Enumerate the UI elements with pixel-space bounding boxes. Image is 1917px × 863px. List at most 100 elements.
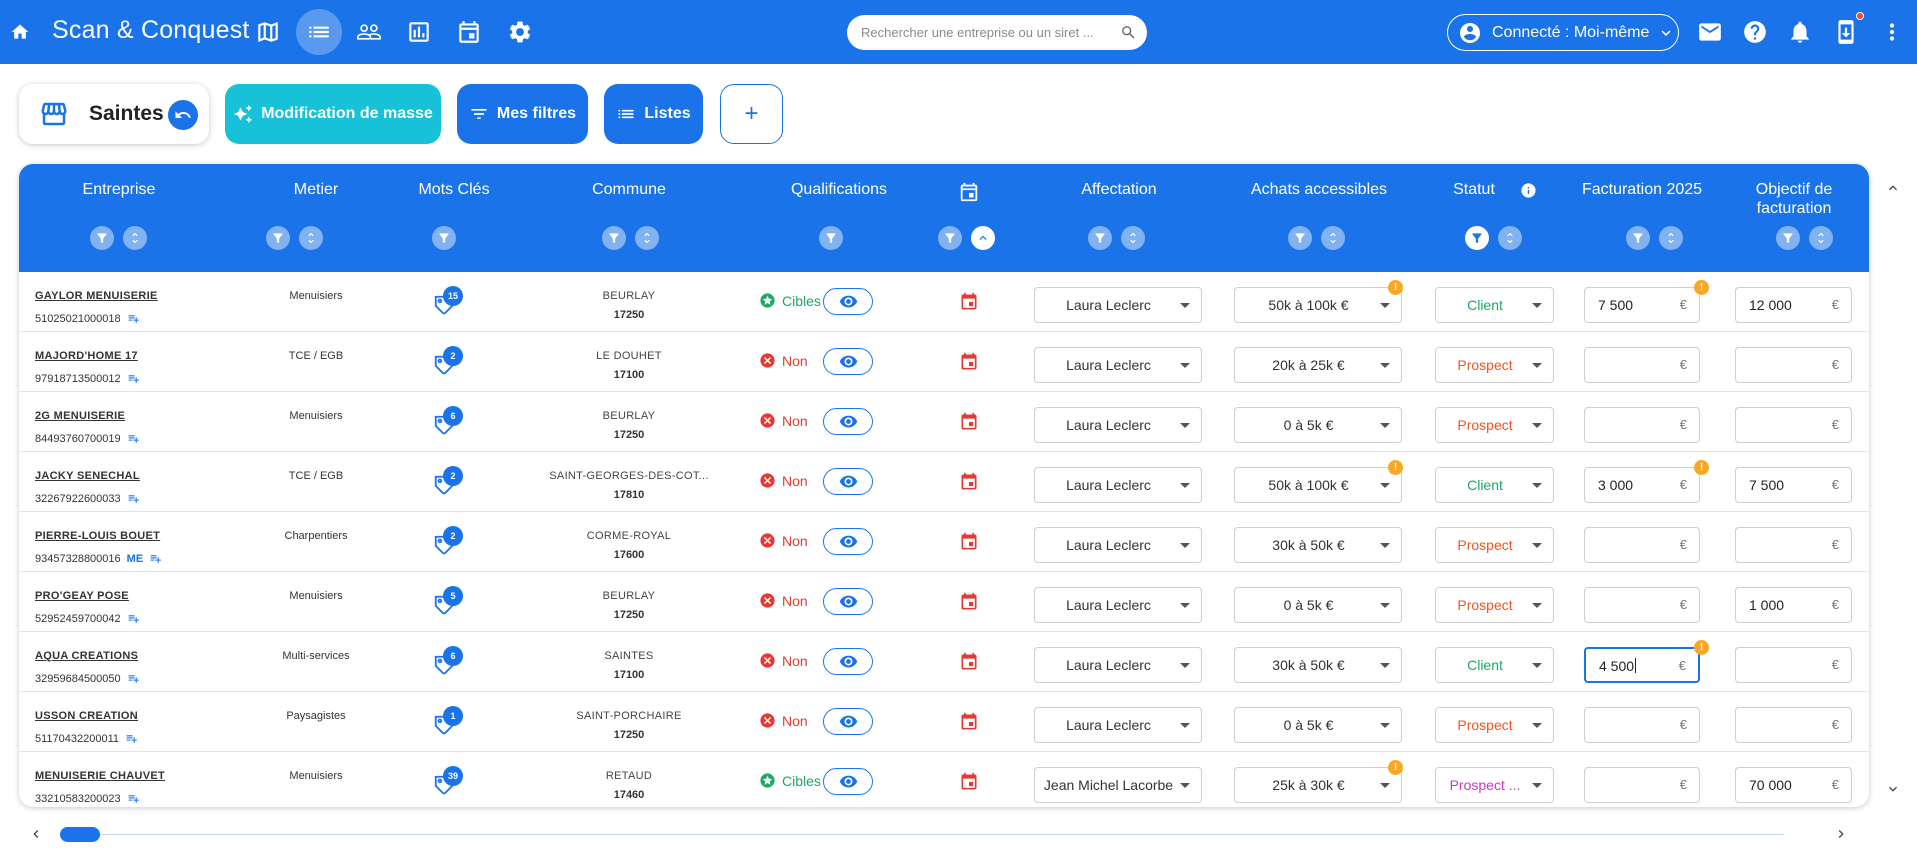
- achats-select[interactable]: 25k à 30k €: [1234, 767, 1402, 803]
- view-qualifications-button[interactable]: [823, 528, 873, 555]
- col-header-mots-cles[interactable]: Mots Clés: [389, 180, 519, 199]
- keywords-button[interactable]: 1: [433, 706, 467, 740]
- user-account-menu[interactable]: Connecté : Moi-même: [1447, 14, 1679, 51]
- horizontal-scroll-track[interactable]: [60, 834, 1784, 835]
- help-icon[interactable]: [1735, 12, 1775, 52]
- add-to-list-icon[interactable]: [127, 492, 140, 505]
- add-to-list-icon[interactable]: [127, 432, 140, 445]
- filter-statut-button-active[interactable]: [1465, 226, 1489, 250]
- keywords-button[interactable]: 39: [433, 766, 467, 800]
- add-to-list-icon[interactable]: [127, 672, 140, 685]
- view-qualifications-button[interactable]: [823, 648, 873, 675]
- search-input[interactable]: [861, 15, 1111, 50]
- achats-select[interactable]: 30k à 50k €: [1234, 647, 1402, 683]
- company-name-link[interactable]: JACKY SENECHAL: [35, 470, 140, 482]
- view-qualifications-button[interactable]: [823, 768, 873, 795]
- affectation-select[interactable]: Laura Leclerc: [1034, 407, 1202, 443]
- view-qualifications-button[interactable]: [823, 588, 873, 615]
- company-name-link[interactable]: PRO'GEAY POSE: [35, 590, 129, 602]
- sort-affectation-button[interactable]: [1121, 226, 1145, 250]
- people-icon[interactable]: [349, 12, 389, 52]
- filter-achats-button[interactable]: [1288, 226, 1312, 250]
- search-icon[interactable]: [1120, 24, 1137, 41]
- event-calendar-icon[interactable]: [959, 712, 979, 732]
- objectif-input[interactable]: €: [1735, 347, 1852, 383]
- filter-facturation-button[interactable]: [1626, 226, 1650, 250]
- keywords-button[interactable]: 2: [433, 466, 467, 500]
- keywords-button[interactable]: 2: [433, 346, 467, 380]
- achats-select[interactable]: 50k à 100k €: [1234, 467, 1402, 503]
- home-icon[interactable]: [0, 12, 40, 52]
- facturation-warning-icon[interactable]: !: [1694, 280, 1709, 295]
- facturation-input[interactable]: €: [1584, 707, 1700, 743]
- map-icon[interactable]: [248, 12, 288, 52]
- add-to-list-icon[interactable]: [127, 792, 140, 805]
- achats-warning-icon[interactable]: !: [1388, 460, 1403, 475]
- objectif-input[interactable]: 1 000 €: [1735, 587, 1852, 623]
- objectif-input[interactable]: 70 000 €: [1735, 767, 1852, 803]
- scroll-right-icon[interactable]: [1833, 826, 1849, 842]
- objectif-input[interactable]: 7 500 €: [1735, 467, 1852, 503]
- filter-commune-button[interactable]: [602, 226, 626, 250]
- company-name-link[interactable]: GAYLOR MENUISERIE: [35, 290, 158, 302]
- affectation-select[interactable]: Jean Michel Lacorbe: [1034, 767, 1202, 803]
- calendar-icon[interactable]: [449, 12, 489, 52]
- sort-metier-button[interactable]: [299, 226, 323, 250]
- company-name-link[interactable]: MENUISERIE CHAUVET: [35, 770, 165, 782]
- statut-select[interactable]: Prospect: [1435, 707, 1554, 743]
- objectif-input[interactable]: €: [1735, 647, 1852, 683]
- achats-select[interactable]: 0 à 5k €: [1234, 707, 1402, 743]
- affectation-select[interactable]: Laura Leclerc: [1034, 707, 1202, 743]
- achats-warning-icon[interactable]: !: [1388, 280, 1403, 295]
- mail-icon[interactable]: [1690, 12, 1730, 52]
- objectif-input[interactable]: €: [1735, 707, 1852, 743]
- col-header-statut[interactable]: Statut: [1419, 180, 1529, 199]
- facturation-input[interactable]: €: [1584, 767, 1700, 803]
- col-header-facturation[interactable]: Facturation 2025: [1567, 180, 1717, 199]
- event-calendar-icon[interactable]: [959, 592, 979, 612]
- achats-select[interactable]: 30k à 50k €: [1234, 527, 1402, 563]
- event-calendar-icon[interactable]: [959, 472, 979, 492]
- achats-select[interactable]: 0 à 5k €: [1234, 587, 1402, 623]
- facturation-input[interactable]: €: [1584, 587, 1700, 623]
- facturation-input[interactable]: €: [1584, 527, 1700, 563]
- event-calendar-icon[interactable]: [959, 532, 979, 552]
- facturation-input[interactable]: 7 500 €: [1584, 287, 1700, 323]
- facturation-warning-icon[interactable]: !: [1694, 640, 1709, 655]
- objectif-input[interactable]: €: [1735, 527, 1852, 563]
- filter-affectation-button[interactable]: [1088, 226, 1112, 250]
- event-calendar-icon[interactable]: [959, 412, 979, 432]
- event-calendar-icon[interactable]: [959, 352, 979, 372]
- affectation-select[interactable]: Laura Leclerc: [1034, 467, 1202, 503]
- company-name-link[interactable]: PIERRE-LOUIS BOUET: [35, 530, 160, 542]
- sort-commune-button[interactable]: [635, 226, 659, 250]
- statut-select[interactable]: Prospect: [1435, 587, 1554, 623]
- view-qualifications-button[interactable]: [823, 468, 873, 495]
- keywords-button[interactable]: 6: [433, 646, 467, 680]
- col-header-calendar-icon[interactable]: [958, 181, 980, 203]
- scroll-left-icon[interactable]: [28, 826, 44, 842]
- notifications-bell-icon[interactable]: [1780, 12, 1820, 52]
- more-vert-icon[interactable]: [1872, 12, 1912, 52]
- facturation-input[interactable]: 3 000 €: [1584, 467, 1700, 503]
- filter-calendar-button[interactable]: [938, 226, 962, 250]
- sort-statut-button[interactable]: [1498, 226, 1522, 250]
- settings-gear-icon[interactable]: [500, 12, 540, 52]
- statut-select[interactable]: Client: [1435, 647, 1554, 683]
- achats-warning-icon[interactable]: !: [1388, 760, 1403, 775]
- company-name-link[interactable]: AQUA CREATIONS: [35, 650, 138, 662]
- add-to-list-icon[interactable]: [149, 552, 162, 565]
- filter-entreprise-button[interactable]: [90, 226, 114, 250]
- company-name-link[interactable]: 2G MENUISERIE: [35, 410, 125, 422]
- facturation-warning-icon[interactable]: !: [1694, 460, 1709, 475]
- col-header-affectation[interactable]: Affectation: [1019, 180, 1219, 199]
- sort-facturation-button[interactable]: [1659, 226, 1683, 250]
- sort-calendar-button-active[interactable]: [971, 226, 995, 250]
- col-header-metier[interactable]: Metier: [239, 180, 393, 199]
- event-calendar-icon[interactable]: [959, 652, 979, 672]
- col-header-qualifications[interactable]: Qualifications: [739, 180, 939, 199]
- filter-metier-button[interactable]: [266, 226, 290, 250]
- facturation-input[interactable]: 4 500 €: [1584, 647, 1700, 683]
- affectation-select[interactable]: Laura Leclerc: [1034, 287, 1202, 323]
- list-view-icon[interactable]: [296, 9, 342, 55]
